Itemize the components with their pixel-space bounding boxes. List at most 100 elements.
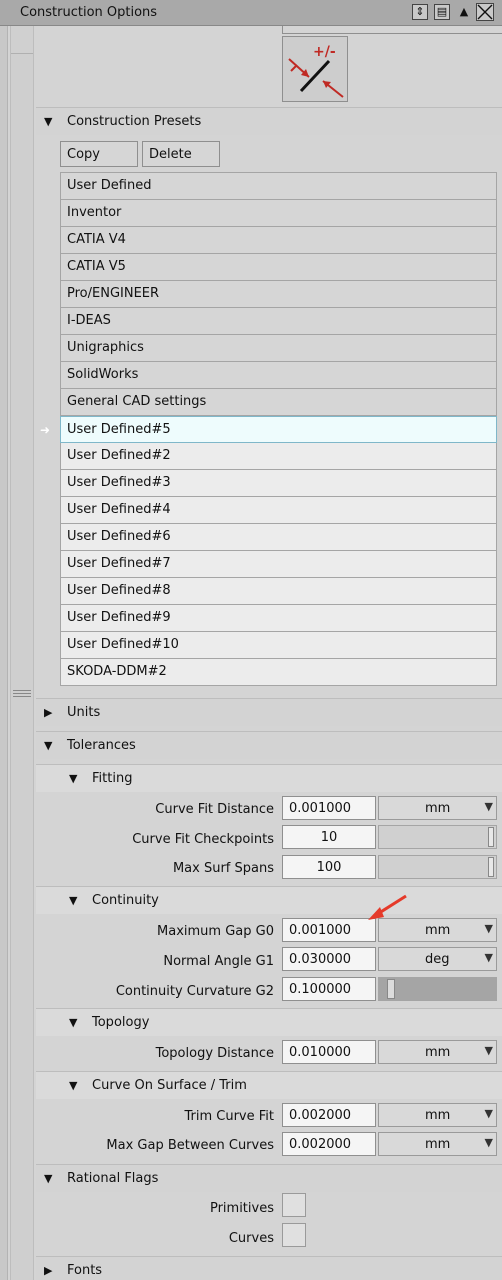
copy-button[interactable]: Copy: [60, 141, 138, 167]
preset-item[interactable]: SKODA-DDM#2: [60, 659, 497, 686]
unit-label: mm: [425, 1045, 451, 1060]
preset-item[interactable]: User Defined#10: [60, 632, 497, 659]
expand-triangle-icon[interactable]: ▼: [44, 115, 52, 128]
subsection-label: Curve On Surface / Trim: [92, 1078, 247, 1093]
pin-icon[interactable]: ⇕: [412, 4, 428, 20]
expand-triangle-icon[interactable]: ▼: [69, 894, 77, 907]
selected-arrow-icon: ➜: [40, 423, 51, 437]
menu-icon[interactable]: ▤: [434, 4, 450, 20]
preset-item[interactable]: Unigraphics: [60, 335, 497, 362]
unit-label: mm: [425, 1108, 451, 1123]
section-units[interactable]: ▶ Units: [36, 698, 502, 726]
section-label: Tolerances: [67, 738, 136, 753]
continuity-curvature-g2-input[interactable]: 0.100000: [282, 977, 376, 1001]
expand-triangle-icon[interactable]: ▼: [44, 739, 52, 752]
subsection-fitting[interactable]: ▼ Fitting: [36, 764, 502, 792]
top-divider: [282, 26, 502, 34]
dropdown-arrow-icon: ▼: [484, 1107, 493, 1120]
svg-text:+/-: +/-: [313, 44, 336, 60]
preset-item[interactable]: User Defined#6: [60, 524, 497, 551]
subsection-label: Continuity: [92, 893, 159, 908]
field-label: Curve Fit Checkpoints: [132, 832, 274, 847]
expand-triangle-icon[interactable]: ▼: [69, 772, 77, 785]
preset-item[interactable]: User Defined#4: [60, 497, 497, 524]
section-tolerances[interactable]: ▼ Tolerances: [36, 731, 502, 759]
curve-fit-distance-unit-select[interactable]: mm ▼: [378, 796, 497, 820]
collapse-icon[interactable]: ▲: [456, 4, 472, 20]
preset-item[interactable]: User Defined: [60, 173, 497, 200]
unit-label: mm: [425, 923, 451, 938]
dropdown-arrow-icon: ▼: [484, 800, 493, 813]
construction-tool-icon[interactable]: +/-: [282, 36, 348, 102]
preset-item-selected[interactable]: User Defined#5: [60, 416, 497, 443]
field-label: Max Surf Spans: [172, 861, 274, 876]
preset-item[interactable]: Inventor: [60, 200, 497, 227]
field-label: Curves: [228, 1231, 274, 1246]
max-gap-g0-input[interactable]: 0.001000: [282, 918, 376, 942]
max-surf-spans-input[interactable]: 100: [282, 855, 376, 879]
side-strip-cap: [11, 26, 33, 54]
curve-fit-checkpoints-slider[interactable]: [378, 825, 497, 849]
max-gap-between-curves-input[interactable]: 0.002000: [282, 1132, 376, 1156]
expand-triangle-icon[interactable]: ▼: [69, 1016, 77, 1029]
preset-item[interactable]: SolidWorks: [60, 362, 497, 389]
preset-item[interactable]: I-DEAS: [60, 308, 497, 335]
field-label: Maximum Gap G0: [157, 924, 274, 939]
field-label: Topology Distance: [155, 1046, 274, 1061]
section-label: Units: [67, 705, 101, 720]
section-rational-flags[interactable]: ▼ Rational Flags: [36, 1164, 502, 1192]
preset-item[interactable]: Pro/ENGINEER: [60, 281, 497, 308]
section-label: Fonts: [67, 1263, 103, 1278]
subsection-topology[interactable]: ▼ Topology: [36, 1008, 502, 1036]
dropdown-arrow-icon: ▼: [484, 922, 493, 935]
expand-triangle-icon[interactable]: ▼: [44, 1172, 52, 1185]
field-label: Primitives: [209, 1201, 274, 1216]
unit-label: mm: [425, 801, 451, 816]
topology-distance-input[interactable]: 0.010000: [282, 1040, 376, 1064]
close-icon[interactable]: [476, 3, 494, 21]
section-fonts[interactable]: ▶ Fonts: [36, 1256, 502, 1280]
preset-item[interactable]: CATIA V4: [60, 227, 497, 254]
delete-button[interactable]: Delete: [142, 141, 220, 167]
section-label: Rational Flags: [67, 1171, 159, 1186]
preset-item[interactable]: User Defined#7: [60, 551, 497, 578]
resize-grip-icon[interactable]: [13, 690, 31, 697]
curves-checkbox[interactable]: [282, 1223, 306, 1247]
curve-fit-distance-input[interactable]: 0.001000: [282, 796, 376, 820]
unit-label: deg: [425, 952, 450, 967]
preset-item[interactable]: User Defined#3: [60, 470, 497, 497]
expand-triangle-icon[interactable]: ▶: [44, 706, 52, 719]
section-construction-presets[interactable]: ▼ Construction Presets: [36, 107, 502, 135]
preset-item[interactable]: CATIA V5: [60, 254, 497, 281]
preset-item[interactable]: User Defined#9: [60, 605, 497, 632]
row-curves: Curves: [36, 1224, 502, 1253]
slider-handle[interactable]: [488, 857, 494, 877]
field-label: Continuity Curvature G2: [115, 984, 274, 999]
slider-handle[interactable]: [488, 827, 494, 847]
expand-triangle-icon[interactable]: ▶: [44, 1264, 52, 1277]
trim-curve-fit-input[interactable]: 0.002000: [282, 1103, 376, 1127]
title-bar: Construction Options ⇕ ▤ ▲: [0, 0, 502, 26]
max-surf-spans-slider[interactable]: [378, 855, 497, 879]
left-gutter: [0, 26, 8, 1280]
expand-triangle-icon[interactable]: ▼: [69, 1079, 77, 1092]
dropdown-arrow-icon: ▼: [484, 1044, 493, 1057]
normal-angle-g1-input[interactable]: 0.030000: [282, 947, 376, 971]
normal-angle-g1-unit-select[interactable]: deg ▼: [378, 947, 497, 971]
slider-handle[interactable]: [387, 979, 395, 999]
subsection-continuity[interactable]: ▼ Continuity: [36, 886, 502, 914]
subsection-curve-on-surface[interactable]: ▼ Curve On Surface / Trim: [36, 1071, 502, 1099]
window-title: Construction Options: [20, 5, 158, 20]
curve-fit-checkpoints-input[interactable]: 10: [282, 825, 376, 849]
side-strip: [10, 26, 34, 1280]
topology-distance-unit-select[interactable]: mm ▼: [378, 1040, 497, 1064]
primitives-checkbox[interactable]: [282, 1193, 306, 1217]
preset-item[interactable]: User Defined#2: [60, 443, 497, 470]
trim-curve-fit-unit-select[interactable]: mm ▼: [378, 1103, 497, 1127]
row-primitives: Primitives: [36, 1194, 502, 1223]
preset-item[interactable]: User Defined#8: [60, 578, 497, 605]
max-gap-between-curves-unit-select[interactable]: mm ▼: [378, 1132, 497, 1156]
preset-item[interactable]: General CAD settings: [60, 389, 497, 416]
continuity-curvature-g2-slider[interactable]: [378, 977, 497, 1001]
field-label: Trim Curve Fit: [184, 1109, 274, 1124]
